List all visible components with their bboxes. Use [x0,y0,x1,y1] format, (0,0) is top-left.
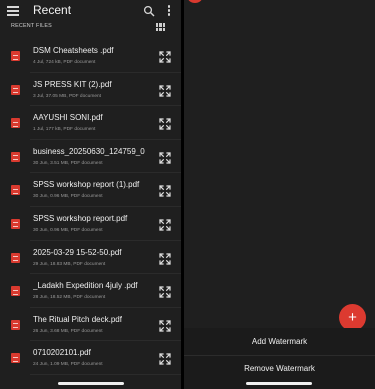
pdf-file-icon [11,286,20,297]
file-list-item[interactable]: business_20250630_124759_0... 30 Jun, 3.… [0,140,181,174]
file-list-item[interactable]: SPSS workshop report.pdf 30 Jun, 0.96 MB… [0,207,181,241]
file-name: SPSS workshop report.pdf [33,213,128,223]
pdf-file-icon [11,118,20,129]
file-list: DSM Cheatsheets .pdf 4 Jul, 724 kB, PDF … [0,39,181,375]
file-meta: 28 Jun, 18.52 MB, PDF document [33,295,106,301]
file-name: The Ritual Pitch deck.pdf [33,314,122,324]
watermark-pane: + Add Watermark Remove Watermark [184,0,375,389]
expand-icon[interactable] [159,84,171,97]
pdf-file-icon [11,319,20,330]
file-meta: 1 Jul, 177 kB, PDF document [33,127,96,133]
file-meta: 30 Jun, 3.51 MB, PDF document [33,160,103,166]
remove-watermark-button[interactable]: Remove Watermark [184,355,375,383]
more-vert-icon[interactable] [166,5,172,17]
file-name: 2025-03-29 15-52-50.pdf [33,247,122,257]
file-list-item[interactable]: AAYUSHI SONI.pdf 1 Jul, 177 kB, PDF docu… [0,106,181,140]
file-name: DSM Cheatsheets .pdf [33,46,114,55]
expand-icon[interactable] [159,285,171,299]
pdf-file-icon [11,185,20,196]
section-header: RECENT FILES [0,22,181,36]
file-name: business_20250630_124759_0... [33,146,145,156]
hamburger-menu-icon[interactable] [7,6,19,16]
search-icon[interactable] [143,4,155,17]
home-indicator [246,382,312,385]
file-meta: 4 Jul, 724 kB, PDF document [33,60,96,65]
home-indicator [58,382,124,385]
expand-icon[interactable] [159,319,171,332]
expand-icon[interactable] [159,352,171,366]
file-meta: 3 Jul, 37.05 MB, PDF document [33,93,101,99]
page-title: Recent [33,3,72,17]
add-watermark-button[interactable]: Add Watermark [184,328,375,356]
file-name: AAYUSHI SONI.pdf [33,113,103,123]
file-list-item[interactable]: The Ritual Pitch deck.pdf 26 Jun, 3.68 M… [0,308,181,342]
pdf-file-icon [11,84,20,95]
file-list-item[interactable]: DSM Cheatsheets .pdf 4 Jul, 724 kB, PDF … [0,39,181,73]
file-list-item[interactable]: 0710202101.pdf 24 Jun, 1.09 MB, PDF docu… [0,341,181,375]
expand-icon[interactable] [159,151,171,164]
file-meta: 24 Jun, 1.09 MB, PDF document [33,362,103,368]
recent-files-pane: Recent RECENT FILES DSM Cheatsheets .pdf… [0,0,181,389]
app-bar: Recent [0,0,181,22]
expand-icon[interactable] [159,184,171,198]
file-name: SPSS workshop report (1).pdf [33,180,140,190]
file-list-item[interactable]: _Ladakh Expedition 4july .pdf 28 Jun, 18… [0,274,181,308]
file-meta: 30 Jun, 0.96 MB, PDF document [33,194,103,200]
grid-view-icon[interactable] [156,23,165,31]
expand-icon[interactable] [159,218,171,231]
expand-icon[interactable] [159,117,171,131]
section-label: RECENT FILES [11,23,52,29]
file-meta: 26 Jun, 3.68 MB, PDF document [33,328,103,334]
pdf-file-icon [11,218,20,229]
file-name: JS PRESS KIT (2).pdf [33,79,112,89]
file-list-item[interactable]: 2025-03-29 15-52-50.pdf 29 Jun, 18.83 MB… [0,241,181,275]
watermark-action-sheet: Add Watermark Remove Watermark [184,328,375,389]
expand-icon[interactable] [159,252,171,265]
pdf-file-icon [11,353,20,364]
file-meta: 30 Jun, 0.96 MB, PDF document [33,227,103,233]
pdf-file-icon [11,151,20,162]
file-list-item[interactable]: JS PRESS KIT (2).pdf 3 Jul, 37.05 MB, PD… [0,73,181,107]
pdf-file-icon [11,252,20,263]
add-fab-button[interactable]: + [339,304,366,331]
pdf-file-icon [11,51,20,61]
file-name: _Ladakh Expedition 4july .pdf [33,281,138,291]
file-list-item[interactable]: SPSS workshop report (1).pdf 30 Jun, 0.9… [0,173,181,207]
file-name: 0710202101.pdf [33,348,91,358]
expand-icon[interactable] [159,50,171,63]
partial-avatar [188,0,202,3]
file-meta: 29 Jun, 18.83 MB, PDF document [33,261,106,267]
plus-icon: + [348,309,357,326]
